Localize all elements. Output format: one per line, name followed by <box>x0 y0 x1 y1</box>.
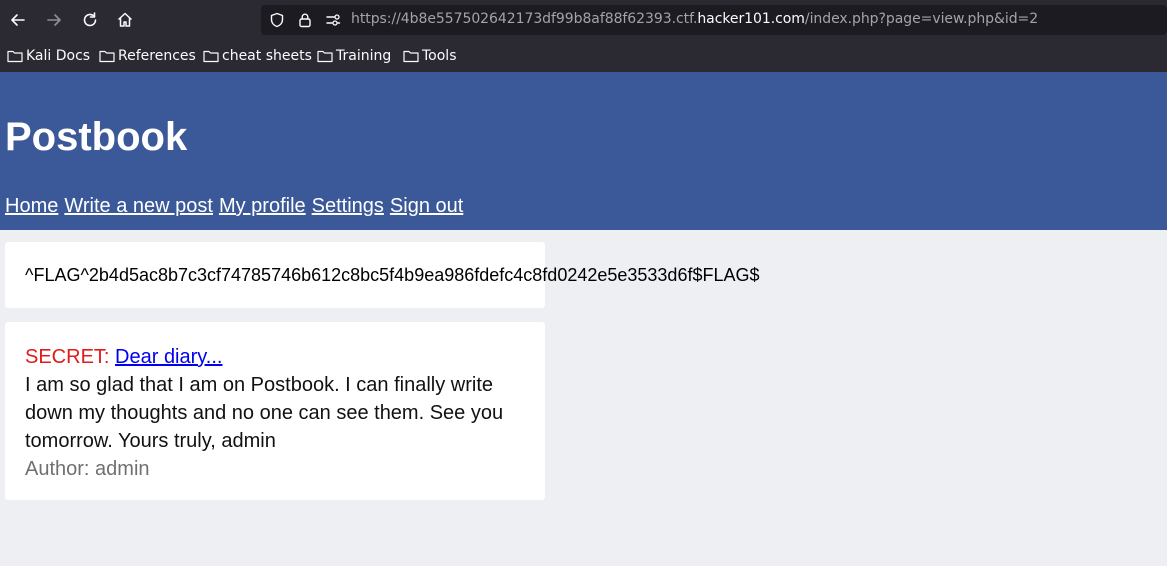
nav-write-post-link[interactable]: Write a new post <box>64 195 213 217</box>
author-name: admin <box>95 458 150 480</box>
nav-home-link[interactable]: Home <box>5 195 58 217</box>
post-content: SECRET: Dear diary... I am so glad that … <box>25 343 525 483</box>
flag-card: ^FLAG^2b4d5ac8b7c3cf74785746b612c8bc5f4b… <box>5 242 760 308</box>
url-domain: hacker101.com <box>697 11 805 27</box>
folder-icon <box>317 50 333 63</box>
post-card: SECRET: Dear diary... I am so glad that … <box>5 322 545 500</box>
bookmark-label: cheat sheets <box>222 48 312 64</box>
bookmark-folder-references[interactable]: References <box>99 47 196 65</box>
forward-arrow-icon <box>47 14 61 26</box>
folder-icon <box>99 50 115 63</box>
site-title: Postbook <box>5 115 188 159</box>
nav-sign-out-link[interactable]: Sign out <box>390 195 463 217</box>
bookmark-label: Kali Docs <box>26 48 91 64</box>
bookmark-folder-tools[interactable]: Tools <box>403 47 457 65</box>
site-nav: Home Write a new post My profile Settings Si… <box>5 196 469 216</box>
url-path: /index.php?page=view.php&id=2 <box>804 11 1039 27</box>
tracking-protection-shield-icon[interactable] <box>268 11 286 29</box>
nav-my-profile-link[interactable]: My profile <box>219 195 306 217</box>
bookmark-label: References <box>118 48 196 64</box>
bookmark-label: Training <box>336 48 392 64</box>
nav-settings-link[interactable]: Settings <box>312 195 384 217</box>
post-body: I am so glad that I am on Postbook. I ca… <box>25 374 504 452</box>
lock-icon[interactable] <box>296 11 314 29</box>
folder-icon <box>403 50 419 63</box>
secret-label: SECRET: <box>25 346 110 368</box>
post-heading: SECRET: Dear diary... <box>25 343 525 371</box>
back-button[interactable] <box>4 6 32 34</box>
post-title-link[interactable]: Dear diary... <box>115 346 222 368</box>
bookmarks-toolbar: Kali Docs References cheat sheets Traini… <box>0 42 1167 70</box>
url-text[interactable]: https://4b8e557502642173df99b8af88f62393… <box>351 11 1038 27</box>
forward-button[interactable] <box>40 6 68 34</box>
post-author: Author: admin <box>25 455 525 483</box>
bookmark-label: Tools <box>422 48 457 64</box>
home-button[interactable] <box>111 6 139 34</box>
folder-icon <box>203 50 219 63</box>
page-permissions-icon[interactable] <box>324 11 342 29</box>
bookmark-folder-kali-docs[interactable]: Kali Docs <box>7 47 90 65</box>
home-icon <box>117 12 133 27</box>
address-bar[interactable]: https://4b8e557502642173df99b8af88f62393… <box>261 5 1167 35</box>
browser-chrome: https://4b8e557502642173df99b8af88f62393… <box>0 0 1167 72</box>
site-header: Postbook Home Write a new post My profile S… <box>0 72 1167 230</box>
author-label: Author: <box>25 458 90 480</box>
reload-icon <box>83 12 97 27</box>
flag-text: ^FLAG^2b4d5ac8b7c3cf74785746b612c8bc5f4b… <box>25 265 760 285</box>
url-prefix: https://4b8e557502642173df99b8af88f62393… <box>351 11 698 27</box>
browser-toolbar: https://4b8e557502642173df99b8af88f62393… <box>0 0 1167 40</box>
folder-icon <box>7 50 23 63</box>
back-arrow-icon <box>11 14 25 26</box>
bookmark-folder-cheat-sheets[interactable]: cheat sheets <box>203 47 312 65</box>
bookmark-folder-training[interactable]: Training <box>317 47 391 65</box>
reload-button[interactable] <box>76 6 104 34</box>
